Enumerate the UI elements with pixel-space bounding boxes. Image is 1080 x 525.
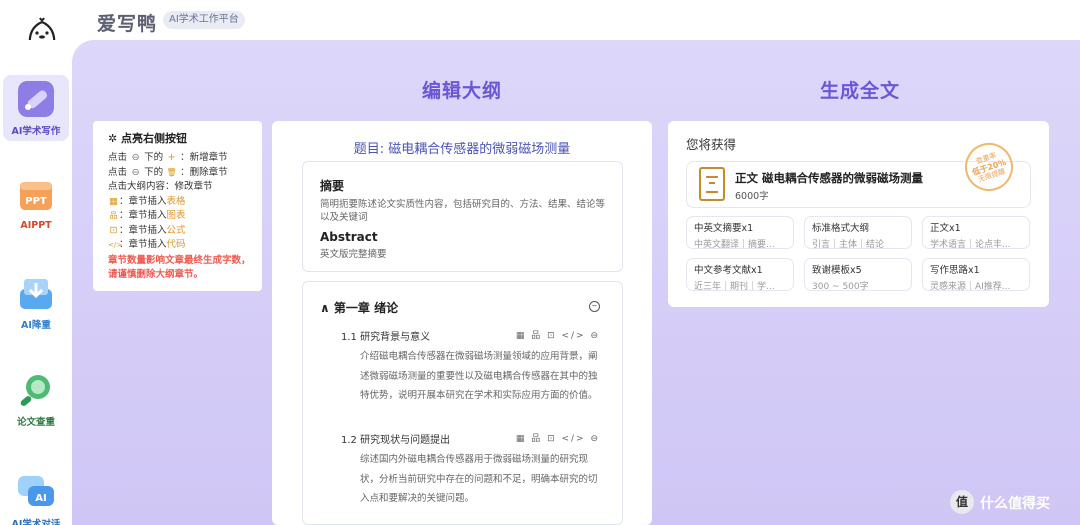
hint-row-insert-formula: ⊡ ：章节插入公式 (108, 224, 262, 239)
hint-warning: 章节数量影响文章最终生成字数，请谨慎删除大纲章节。 (108, 254, 251, 280)
gain-title: 您将获得 (686, 137, 737, 152)
chapter-heading[interactable]: ∧ 第一章 绪论 (320, 299, 398, 316)
sidebar-item-ai-chat[interactable]: AI AI学术对话 (3, 468, 69, 525)
section-tools[interactable]: ▦ 品 ⊡ </> ⊖ (516, 431, 600, 444)
app-tag: AI学术工作平台 (163, 11, 245, 29)
section-tools[interactable]: ▦ 品 ⊡ </> ⊖ (516, 328, 600, 341)
hint-title: ✲ 点亮右侧按钮 (108, 132, 188, 145)
top-bar: 爱写鸭 AI学术工作平台 (0, 0, 1080, 48)
minus-circle-icon: ⊖ (131, 166, 140, 178)
download-tray-icon (20, 279, 52, 309)
plus-icon: + (167, 152, 176, 163)
pen-icon (18, 81, 54, 117)
minus-circle-icon: ⊖ (131, 152, 140, 163)
app-name: 爱写鸭 (97, 13, 158, 35)
deliverable-item: 中文参考文献x1 近三年｜期刊｜学... (686, 258, 794, 292)
sparkle-icon: ✲ (108, 132, 122, 145)
minus-circle-icon[interactable]: − (589, 301, 600, 312)
sidebar-item-ai-writing[interactable]: AI学术写作 (3, 75, 69, 141)
hint-row-edit: 点击大纲内容：修改章节 (108, 181, 213, 192)
main-deliverable-words: 6000字 (735, 191, 769, 202)
hint-card: ✲ 点亮右侧按钮 点击 ⊖ 下的 + ：新增章节 点击 ⊖ 下的 🗑 ：删除章节… (93, 121, 262, 291)
deliverable-item: 正文x1 学术语言｜论点丰... (922, 216, 1030, 250)
svg-text:PPT: PPT (25, 196, 47, 207)
chat-ai-icon: AI (18, 476, 54, 506)
sidebar: AI学术写作 PPT AIPPT AI降重 论文查重 AI AI学术对话 (0, 40, 72, 525)
abstract-en-text: 英文版完整摘要 (320, 249, 387, 260)
sidebar-label: 论文查重 (16, 417, 55, 428)
outline-card: 题目: 磁电耦合传感器的微弱磁场测量 摘要 简明扼要陈述论文实质性内容，包括研究… (272, 121, 652, 525)
section-body[interactable]: 综述国内外磁电耦合传感器用于微弱磁场测量的研究现状，分析当前研究中存在的问题和不… (360, 450, 602, 509)
chapter-box: ∧ 第一章 绪论 − 1.1 研究背景与意义 ▦ 品 ⊡ </> ⊖ 介绍磁电耦… (302, 281, 623, 525)
code-icon: </> (108, 241, 123, 249)
table-icon: ▦ (109, 195, 118, 207)
hint-row-insert-table: ▦：章节插入表格 (108, 195, 262, 210)
sidebar-item-aippt[interactable]: PPT AIPPT (3, 172, 69, 238)
abstract-cn-text: 简明扼要陈述论文实质性内容，包括研究目的、方法、结果、结论等以及关键词 (320, 199, 606, 223)
section-heading[interactable]: 1.2 研究现状与问题提出 (341, 431, 450, 446)
section-body[interactable]: 介绍磁电耦合传感器在微弱磁场测量领域的应用背景，阐述微弱磁场测量的重要性以及磁电… (360, 347, 602, 406)
sidebar-label: AI降重 (21, 320, 51, 331)
gain-card: 您将获得 正文 磁电耦合传感器的微弱磁场测量 6000字 查重率 低于20% 无… (668, 121, 1049, 307)
sidebar-label: AI学术对话 (11, 519, 61, 525)
watermark-badge: 值 (950, 490, 974, 514)
section-heading[interactable]: 1.1 研究背景与意义 (341, 328, 430, 343)
watermark-text: 什么值得买 (980, 496, 1050, 512)
hint-row-insert-chart: 品：章节插入图表 (108, 209, 262, 224)
sidebar-item-plagiarism-check[interactable]: 论文查重 (3, 366, 69, 432)
document-icon (699, 167, 725, 201)
abstract-en-heading: Abstract (320, 230, 378, 244)
magnifier-icon (20, 375, 50, 406)
ppt-icon: PPT (20, 182, 52, 210)
deliverable-item: 中英文摘要x1 中英文翻译｜摘要... (686, 216, 794, 250)
deliverable-item: 标准格式大纲 引言｜主体｜结论 (804, 216, 912, 250)
sidebar-label: AIPPT (20, 220, 52, 231)
fulltext-section-title: 生成全文 (820, 80, 901, 102)
hint-row-add: 点击 ⊖ 下的 + ：新增章节 (108, 151, 262, 166)
paper-title[interactable]: 题目: 磁电耦合传感器的微弱磁场测量 (272, 138, 652, 157)
trash-icon: 🗑 (166, 167, 177, 177)
deliverable-item: 致谢模板x5 300 ~ 500字 (804, 258, 912, 292)
abstract-box[interactable]: 摘要 简明扼要陈述论文实质性内容，包括研究目的、方法、结果、结论等以及关键词 A… (302, 161, 623, 272)
svg-text:AI: AI (35, 493, 46, 504)
formula-icon: ⊡ (109, 224, 118, 236)
sidebar-item-ai-rewrite[interactable]: AI降重 (3, 269, 69, 335)
chart-icon: 品 (109, 211, 118, 220)
main-deliverable-title: 正文 磁电耦合传感器的微弱磁场测量 (735, 171, 924, 185)
deliverable-item: 写作思路x1 灵感来源｜AI推荐... (922, 258, 1030, 292)
outline-section-title: 编辑大纲 (422, 80, 503, 102)
hint-row-insert-code: </>：章节插入代码 (108, 238, 262, 253)
sidebar-label: AI学术写作 (11, 126, 61, 137)
hint-row-delete: 点击 ⊖ 下的 🗑 ：删除章节 (108, 166, 262, 181)
abstract-cn-heading: 摘要 (320, 179, 345, 193)
